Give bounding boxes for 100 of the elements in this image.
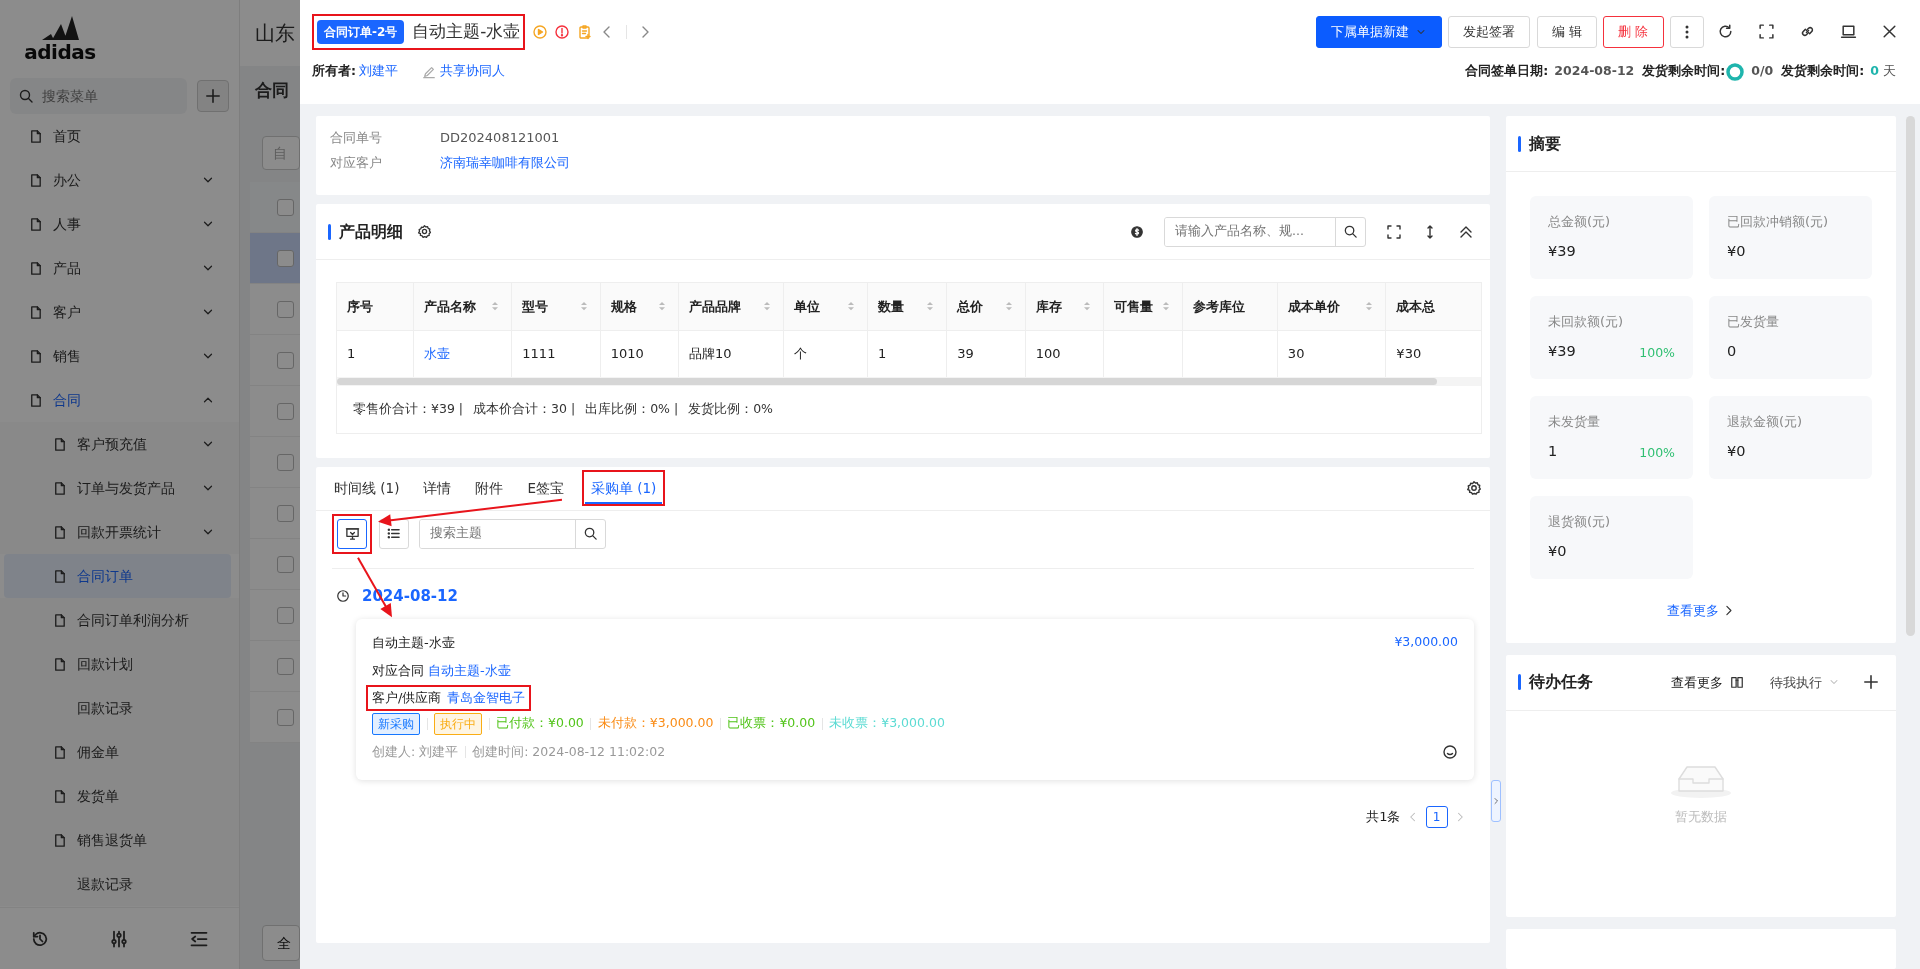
column-header[interactable]: 成本单价 <box>1277 283 1386 330</box>
stat-label: 退款金额(元) <box>1727 413 1804 431</box>
chevron-icon <box>1492 796 1500 806</box>
menu-item[interactable]: 销售 <box>0 334 239 378</box>
menu-search-box[interactable]: 搜索菜单 <box>10 78 187 114</box>
column-header[interactable]: 单位 <box>783 283 868 330</box>
document-icon <box>28 128 43 144</box>
field-label: 合同单号 <box>330 129 383 147</box>
settings-icon[interactable] <box>1466 480 1482 497</box>
laptop-icon[interactable] <box>1840 23 1857 41</box>
view-more-link[interactable]: 查看更多 <box>1666 601 1736 621</box>
field-label: 发货剩余时间: <box>1781 62 1865 81</box>
view-more-link[interactable]: 查看更多 <box>1671 672 1744 693</box>
checkbox[interactable] <box>277 657 294 675</box>
field-value: DD202408121001 <box>440 129 560 147</box>
menu-item[interactable]: 首页 <box>0 114 239 158</box>
document-icon <box>52 656 67 672</box>
owner-link[interactable]: 刘建平 <box>359 62 399 81</box>
action-button[interactable]: 发起签署 <box>1448 15 1531 48</box>
share-link[interactable]: 共享协同人 <box>422 62 505 81</box>
page-tab[interactable]: 合同 <box>255 78 289 104</box>
menu-item[interactable]: 客户 <box>0 290 239 334</box>
clipboard-icon[interactable] <box>577 23 593 40</box>
column-header[interactable]: 可售量 <box>1103 283 1183 330</box>
select-all-button[interactable]: 全 <box>262 925 300 961</box>
stat-value: ¥39 <box>1548 342 1576 362</box>
percent-text: 100% <box>1639 444 1675 463</box>
checkbox[interactable] <box>277 300 294 318</box>
owner-label: 所有者: <box>312 62 356 81</box>
collapse-handle[interactable] <box>1491 780 1501 822</box>
scrollbar[interactable] <box>1906 116 1915 636</box>
stat-label: 未回款额(元) <box>1548 313 1625 331</box>
document-icon <box>28 304 43 320</box>
amount-stat: 未收票：¥3,000.00 <box>829 714 945 733</box>
document-icon <box>52 744 67 760</box>
checkbox[interactable] <box>277 198 294 216</box>
tab[interactable]: 详情 <box>411 466 464 510</box>
topic-search-box[interactable]: 搜索主题 <box>419 518 606 549</box>
menu-item[interactable]: 合同订单 <box>4 554 231 598</box>
document-icon <box>52 568 67 584</box>
stat-value: ¥39 <box>1548 242 1576 262</box>
column-header[interactable]: 型号 <box>511 283 601 330</box>
add-icon[interactable] <box>1862 673 1880 692</box>
column-header[interactable]: 总价 <box>946 283 1026 330</box>
checkbox[interactable] <box>277 708 294 726</box>
fullscreen-icon[interactable] <box>1386 223 1402 240</box>
menu-item[interactable]: 产品 <box>0 246 239 290</box>
search-icon <box>18 88 34 104</box>
comment-icon[interactable] <box>1442 744 1458 761</box>
page-button[interactable]: 1 <box>1425 805 1448 828</box>
pencil-icon <box>422 64 437 79</box>
amount-stat: 已付款：¥0.00 <box>496 714 584 733</box>
tab[interactable]: 采购单 (1) <box>584 471 663 504</box>
checkbox[interactable] <box>277 555 294 573</box>
search-icon[interactable] <box>1343 224 1358 239</box>
menu-item[interactable]: 人事 <box>0 202 239 246</box>
record-title: 自动主题-水壶 <box>412 20 521 43</box>
action-button[interactable]: 编 辑 <box>1536 15 1597 48</box>
field-value: 2024-08-12 <box>1554 62 1635 81</box>
menu-item[interactable]: 办公 <box>0 158 239 202</box>
sliders-icon[interactable] <box>109 928 130 949</box>
stat-label: 已发货量 <box>1727 313 1780 331</box>
add-button[interactable] <box>197 80 229 112</box>
created-time-text: 创建时间: 2024-08-12 11:02:02 <box>472 742 666 761</box>
checkbox[interactable] <box>277 453 294 471</box>
checkbox[interactable] <box>277 402 294 420</box>
menu-item[interactable]: 合同 <box>0 378 239 422</box>
filter-dropdown[interactable]: 待我执行 <box>1769 672 1840 693</box>
product-search-box[interactable]: 请输入产品名称、规... <box>1164 216 1366 247</box>
column-header[interactable]: 数量 <box>867 283 947 330</box>
scrollbar[interactable] <box>337 378 1437 385</box>
column-header[interactable]: 库存 <box>1025 283 1104 330</box>
fullscreen-icon[interactable] <box>1758 23 1775 41</box>
checkbox[interactable] <box>277 351 294 369</box>
tab[interactable]: E签宝 <box>515 466 576 510</box>
currency-icon[interactable] <box>1130 224 1144 239</box>
column-header[interactable]: 产品品牌 <box>678 283 784 330</box>
clock-icon <box>336 589 350 603</box>
search-icon[interactable] <box>583 526 598 542</box>
supplier-link[interactable]: 青岛金智电子 <box>447 688 526 708</box>
stat-value: ¥0 <box>1548 542 1567 562</box>
more-button[interactable] <box>1670 15 1704 48</box>
tab[interactable]: 时间线 (1) <box>322 466 412 510</box>
settings-icon[interactable] <box>417 224 432 239</box>
table-row[interactable] <box>250 233 300 284</box>
new-document-button[interactable]: 下属单据新建 <box>1315 15 1442 48</box>
menu-search-field[interactable]: 搜索菜单 <box>40 84 140 108</box>
tab[interactable]: 附件 <box>463 466 516 510</box>
checkbox[interactable] <box>277 504 294 522</box>
column-header[interactable]: 规格 <box>600 283 679 330</box>
customer-link[interactable]: 济南瑞幸咖啡有限公司 <box>440 152 570 172</box>
action-button[interactable]: 删 除 <box>1603 15 1664 48</box>
column-header[interactable]: 产品名称 <box>413 283 512 330</box>
warning-icon[interactable] <box>554 23 571 40</box>
checkbox[interactable] <box>277 606 294 624</box>
contract-link[interactable]: 自动主题-水壶 <box>428 662 511 678</box>
play-icon[interactable] <box>532 23 548 40</box>
product-link[interactable]: 水壶 <box>423 346 450 361</box>
checkbox[interactable] <box>277 249 294 267</box>
refresh-icon[interactable] <box>1717 23 1734 41</box>
